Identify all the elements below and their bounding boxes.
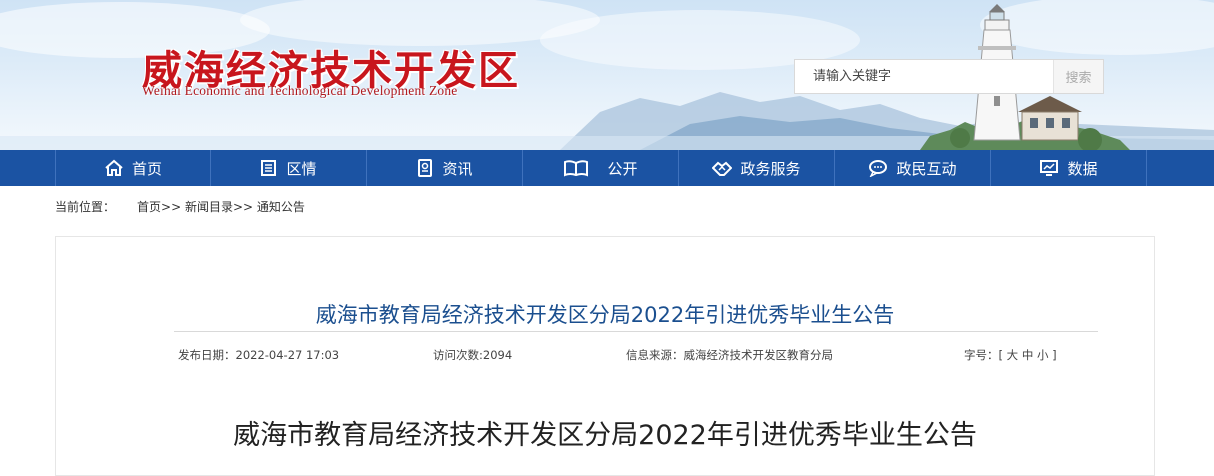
nav-item-gov-service[interactable]: 政务服务 [679,150,835,186]
breadcrumb-label: 当前位置： [55,200,116,214]
font-size-end: ] [1052,348,1057,362]
nav-item-label: 政务服务 [740,159,801,178]
nav-item-news[interactable]: 资讯 [367,150,523,186]
search-button[interactable]: 搜索 [1053,60,1103,93]
nav-item-district[interactable]: 区情 [211,150,367,186]
view-count: 访问次数:2094 [433,348,513,362]
font-size-small[interactable]: 小 [1037,348,1049,362]
nav-item-label: 公开 [607,159,638,178]
search-input[interactable] [795,60,1053,93]
article-body-heading: 威海市教育局经济技术开发区分局2022年引进优秀毕业生公告 [233,420,977,451]
nav-item-label: 首页 [131,159,162,178]
nav-item-interaction[interactable]: 政民互动 [835,150,991,186]
font-size-medium[interactable]: 中 [1022,348,1034,362]
font-size-control: 字号：[ 大 中 小 ] [964,347,1057,363]
title-divider [174,331,1098,332]
breadcrumb: 当前位置： 首页>> 新闻目录>> 通知公告 [55,198,305,215]
font-size-large[interactable]: 大 [1007,348,1019,362]
nav-item-home[interactable]: 首页 [55,150,211,186]
nav-item-label: 区情 [286,159,317,178]
main-nav: 首页 区情 资讯 公开 政务服务 政民互动 数据 [0,150,1214,186]
nav-item-label: 政民互动 [896,159,957,178]
book-icon [261,160,277,176]
news-icon [418,159,433,177]
search-box: 搜索 [794,59,1104,94]
chat-icon [869,160,888,177]
breadcrumb-news-directory[interactable]: 新闻目录>> [185,198,253,215]
article-panel: 威海市教育局经济技术开发区分局2022年引进优秀毕业生公告 发布日期：2022-… [55,236,1155,476]
publish-date: 发布日期：2022-04-27 17:03 [178,348,340,362]
info-source: 信息来源：威海经济技术开发区教育分局 [626,348,833,362]
home-icon [105,159,123,176]
nav-item-label: 数据 [1067,159,1098,178]
monitor-icon [1040,160,1059,176]
nav-item-data[interactable]: 数据 [991,150,1147,186]
nav-item-open[interactable]: 公开 [523,150,679,186]
breadcrumb-notices[interactable]: 通知公告 [257,198,305,215]
article-title: 威海市教育局经济技术开发区分局2022年引进优秀毕业生公告 [315,303,895,327]
open-book-icon [564,160,589,177]
nav-item-label: 资讯 [442,159,473,178]
handshake-icon [712,161,733,176]
breadcrumb-home[interactable]: 首页>> [137,198,181,215]
font-size-label: 字号：[ [964,348,1003,362]
header-banner: 威海经济技术开发区 Weihai Economic and Technologi… [0,0,1214,150]
site-subtitle: Weihai Economic and Technological Develo… [142,83,458,98]
